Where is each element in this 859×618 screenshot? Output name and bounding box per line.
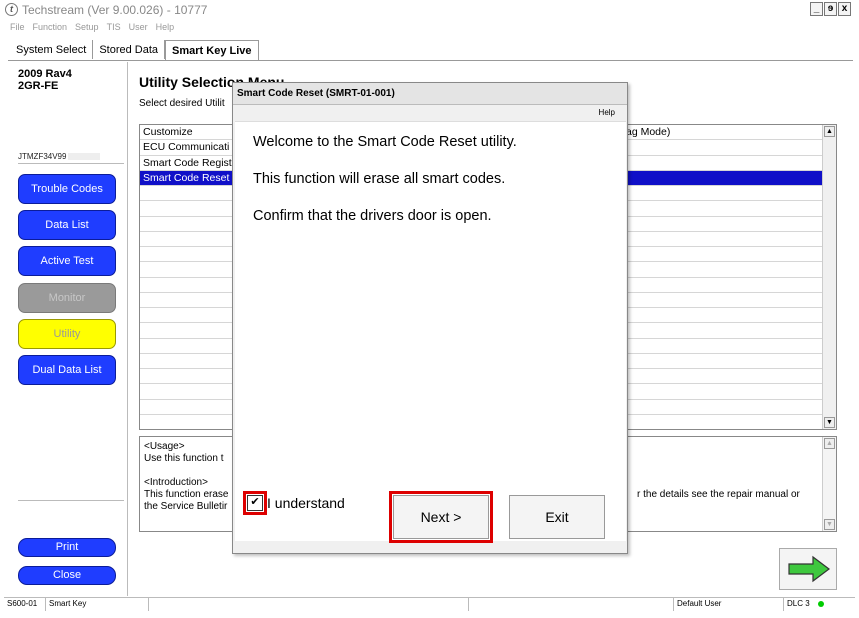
dialog-confirm-text: Confirm that the drivers door is open.: [253, 208, 492, 224]
connection-status-icon: [817, 600, 824, 607]
status-bar: S600-01 Smart Key Default User DLC 3: [4, 597, 855, 611]
left-panel-divider: [18, 500, 124, 501]
dialog-title: Smart Code Reset (SMRT-01-001): [233, 83, 627, 105]
intro-line-1-text: This function erase: [144, 489, 229, 500]
tab-bar: System Select Stored Data Smart Key Live: [10, 40, 259, 60]
vin: JTMZF34V99: [18, 152, 101, 161]
status-dlc: DLC 3: [784, 598, 855, 611]
page-subtitle: Select desired Utilit: [139, 98, 225, 109]
vin-prefix: JTMZF34V99: [18, 152, 67, 161]
menu-tis[interactable]: TIS: [107, 22, 121, 36]
description-scrollbar[interactable]: ▲ ▼: [822, 437, 836, 531]
arrow-right-icon: [788, 555, 830, 583]
next-button[interactable]: Next >: [393, 495, 489, 539]
list-item-mode-text: ag Mode): [626, 126, 671, 138]
dialog-body: Welcome to the Smart Code Reset utility.…: [235, 121, 626, 541]
intro-right-text: r the details see the repair manual or: [637, 489, 800, 500]
techstream-logo-icon: t: [5, 3, 18, 16]
status-code: S600-01: [4, 598, 46, 611]
menu-setup[interactable]: Setup: [75, 22, 99, 36]
active-test-button[interactable]: Active Test: [18, 246, 116, 276]
scroll-up-icon[interactable]: ▲: [824, 438, 835, 449]
status-mode: Smart Key: [46, 598, 149, 611]
understand-label[interactable]: I understand: [267, 495, 345, 511]
menu-bar: File Function Setup TIS User Help: [0, 22, 174, 36]
scroll-down-icon[interactable]: ▼: [824, 519, 835, 530]
smart-code-reset-dialog: Smart Code Reset (SMRT-01-001) Help Welc…: [232, 82, 628, 554]
tab-stored-data[interactable]: Stored Data: [93, 40, 166, 59]
list-scrollbar[interactable]: ▲ ▼: [822, 125, 836, 429]
status-empty-2: [469, 598, 674, 611]
close-window-button[interactable]: x: [838, 2, 851, 16]
exit-button[interactable]: Exit: [509, 495, 605, 539]
vehicle-model: 2009 Rav4: [18, 68, 72, 80]
vin-redaction: [68, 153, 101, 161]
vin-divider: [18, 163, 124, 164]
print-button[interactable]: Print: [18, 538, 116, 557]
left-panel: 2009 Rav4 2GR-FE JTMZF34V99 Trouble Code…: [8, 62, 128, 596]
dialog-erase-text: This function will erase all smart codes…: [253, 171, 506, 187]
forward-arrow-button[interactable]: [779, 548, 837, 590]
close-button[interactable]: Close: [18, 566, 116, 585]
tab-smart-key-live[interactable]: Smart Key Live: [165, 40, 259, 60]
tab-divider: [8, 60, 853, 61]
tab-system-select[interactable]: System Select: [10, 40, 94, 59]
dual-data-list-button[interactable]: Dual Data List: [18, 355, 116, 385]
minimize-button[interactable]: _: [810, 2, 823, 16]
menu-function[interactable]: Function: [33, 22, 68, 36]
status-user: Default User: [674, 598, 784, 611]
menu-user[interactable]: User: [129, 22, 148, 36]
dialog-help-link[interactable]: Help: [599, 108, 615, 117]
utility-button[interactable]: Utility: [18, 319, 116, 349]
scroll-down-icon[interactable]: ▼: [824, 417, 835, 428]
dialog-welcome-text: Welcome to the Smart Code Reset utility.: [253, 134, 517, 150]
dlc-label: DLC 3: [787, 599, 810, 608]
menu-file[interactable]: File: [10, 22, 25, 36]
data-list-button[interactable]: Data List: [18, 210, 116, 240]
scroll-up-icon[interactable]: ▲: [824, 126, 835, 137]
title-bar: t Techstream (Ver 9.00.026) - 10777 _ ɘ …: [0, 0, 859, 20]
restore-button[interactable]: ɘ: [824, 2, 837, 16]
menu-help[interactable]: Help: [156, 22, 175, 36]
understand-checkbox[interactable]: ✔: [247, 495, 263, 511]
window-title: Techstream (Ver 9.00.026) - 10777: [22, 3, 208, 17]
window-controls: _ ɘ x: [810, 2, 851, 16]
monitor-button[interactable]: Monitor: [18, 283, 116, 313]
trouble-codes-button[interactable]: Trouble Codes: [18, 174, 116, 204]
vehicle-engine: 2GR-FE: [18, 80, 59, 92]
status-empty-1: [149, 598, 469, 611]
vehicle-info: 2009 Rav4 2GR-FE: [18, 68, 72, 92]
